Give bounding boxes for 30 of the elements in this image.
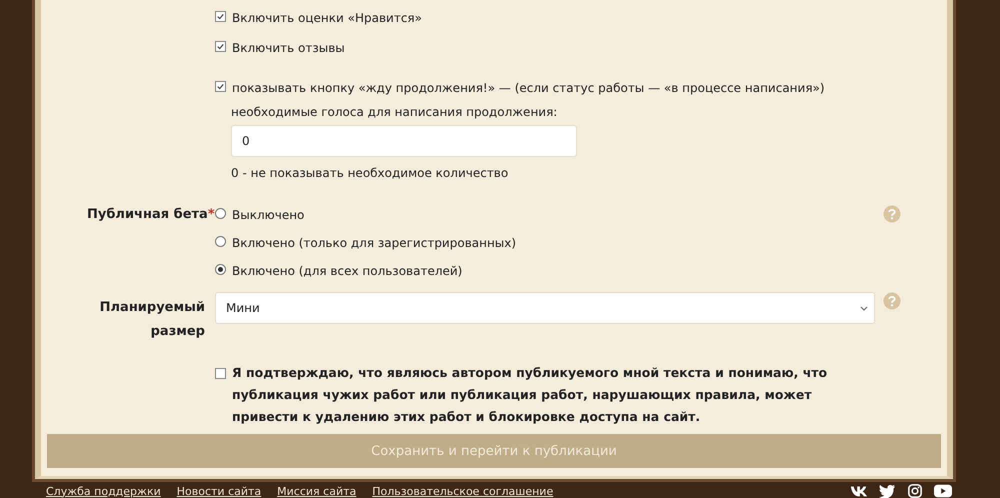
required-marker: *: [208, 207, 215, 222]
field-hint: 0 - не показывать необходимое количество: [231, 165, 510, 182]
radio-button[interactable]: [215, 208, 226, 219]
radio-button[interactable]: [215, 264, 226, 275]
footer-link[interactable]: Новости сайта: [176, 484, 262, 498]
footer-link[interactable]: Пользовательское соглашение: [372, 484, 554, 498]
radio-label: Включено (только для зарегистрированных): [232, 235, 516, 252]
checkbox-label: Включить оценки «Нравится»: [232, 10, 422, 27]
radio-label: Выключено: [232, 207, 304, 224]
play-icon[interactable]: [934, 484, 952, 498]
checkbox[interactable]: [215, 41, 226, 52]
votes-input[interactable]: 0: [231, 125, 577, 157]
chevron-icon: [860, 306, 868, 310]
footer-link[interactable]: Служба поддержки: [46, 484, 161, 498]
camera-icon[interactable]: [906, 484, 924, 498]
footer-link[interactable]: Миссия сайта: [277, 484, 356, 498]
checkbox[interactable]: [215, 11, 226, 22]
checkbox[interactable]: [215, 81, 226, 92]
field-label: Публичная бета: [87, 207, 208, 222]
bird-icon[interactable]: [878, 484, 896, 498]
size-select[interactable]: Мини: [215, 292, 875, 324]
field-label: Планируемый размер: [100, 300, 205, 339]
checkbox[interactable]: [215, 368, 226, 379]
radio-label: Включено (для всех пользователей): [232, 263, 462, 280]
checkbox-label: показывать кнопку «жду продолжения!» — (если статус работы — «в процессе написания»): [232, 80, 825, 97]
radio-button[interactable]: [215, 236, 226, 247]
vk-icon[interactable]: [850, 484, 868, 498]
checkbox-label: Включить отзывы: [232, 40, 345, 57]
field-label: необходимые голоса для написания продолжения:: [231, 104, 558, 121]
confirm-label: Я подтверждаю, что являюсь автором публикуемого мной текста и понимаю, что публикация чужих работ или публикация работ, нарушающих правила, может привести к удалению этих работ и блокировке доступа на сайт.: [232, 364, 828, 426]
